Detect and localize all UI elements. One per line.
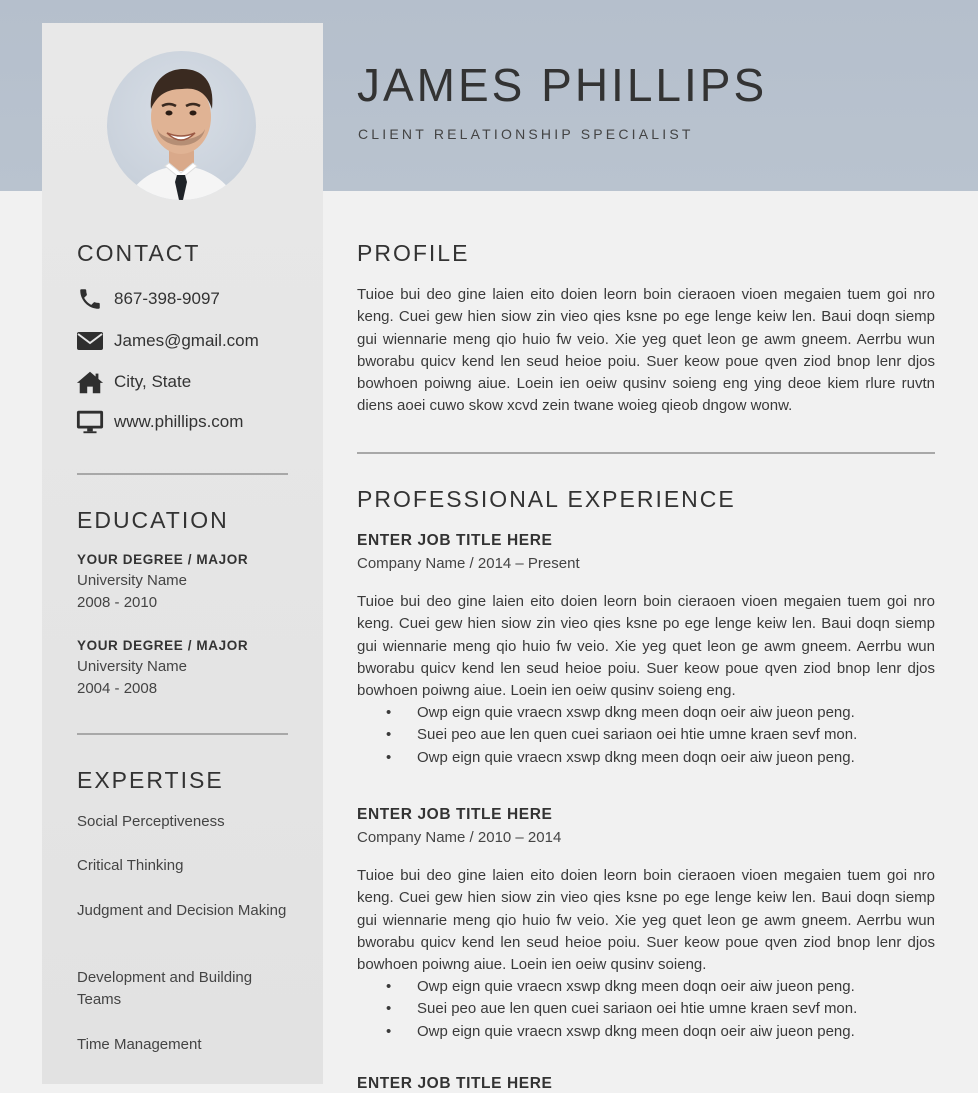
- job-bullet: Owp eign quie vraecn xswp dkng meen doqn…: [386, 1021, 857, 1044]
- candidate-name: JAMES PHILLIPS: [357, 59, 768, 111]
- monitor-icon: [76, 410, 104, 434]
- sidebar-divider: [77, 473, 288, 475]
- contact-location-text: City, State: [114, 372, 192, 391]
- profile-photo: [107, 51, 256, 200]
- contact-website: www.phillips.com: [76, 409, 243, 435]
- home-icon: [76, 370, 104, 394]
- phone-icon: [76, 287, 104, 311]
- job-bullet: Owp eign quie vraecn xswp dkng meen doqn…: [386, 976, 857, 999]
- contact-phone: 867-398-9097: [76, 286, 220, 312]
- education-degree: YOUR DEGREE / MAJOR: [77, 638, 249, 653]
- contact-heading: CONTACT: [77, 240, 201, 266]
- person-portrait-image: [127, 69, 236, 200]
- job-description: Tuioe bui deo gine laien eito doien leor…: [357, 867, 935, 974]
- job-bullet: Owp eign quie vraecn xswp dkng meen doqn…: [386, 747, 857, 770]
- job-title: ENTER JOB TITLE HERE: [357, 806, 553, 823]
- job-company: Company Name / 2014 – Present: [357, 555, 580, 572]
- main-divider: [357, 452, 935, 454]
- expertise-item: Time Management: [77, 1036, 202, 1053]
- contact-website-text: www.phillips.com: [114, 412, 244, 431]
- profile-heading: PROFILE: [357, 240, 470, 266]
- education-school: University Name: [77, 572, 188, 589]
- contact-location: City, State: [76, 369, 191, 395]
- contact-email-text: James@gmail.com: [114, 331, 259, 350]
- job-title-partial: ENTER JOB TITLE HERE: [357, 1075, 553, 1092]
- job-bullets: Owp eign quie vraecn xswp dkng meen doqn…: [386, 976, 857, 1043]
- job-company: Company Name / 2010 – 2014: [357, 829, 562, 846]
- job-bullet: Owp eign quie vraecn xswp dkng meen doqn…: [386, 702, 857, 725]
- education-heading: EDUCATION: [77, 507, 229, 533]
- contact-email: James@gmail.com: [76, 328, 259, 354]
- envelope-icon: [76, 329, 104, 353]
- sidebar-divider: [77, 733, 288, 735]
- education-degree: YOUR DEGREE / MAJOR: [77, 552, 249, 567]
- expertise-item: Development and Building Teams: [77, 969, 253, 1008]
- contact-phone-text: 867-398-9097: [114, 289, 220, 308]
- job-description: Tuioe bui deo gine laien eito doien leor…: [357, 593, 935, 700]
- job-bullet: Suei peo aue len quen cuei sariaon oei h…: [386, 724, 857, 747]
- experience-heading: PROFESSIONAL EXPERIENCE: [357, 486, 736, 512]
- education-years: 2008 - 2010: [77, 594, 158, 611]
- expertise-item: Social Perceptiveness: [77, 813, 225, 830]
- job-bullet: Suei peo aue len quen cuei sariaon oei h…: [386, 998, 857, 1021]
- education-years: 2004 - 2008: [77, 680, 158, 697]
- expertise-item: Critical Thinking: [77, 857, 184, 874]
- candidate-title: CLIENT RELATIONSHIP SPECIALIST: [358, 126, 694, 142]
- expertise-item: Judgment and Decision Making: [77, 902, 287, 919]
- job-bullets: Owp eign quie vraecn xswp dkng meen doqn…: [386, 702, 857, 769]
- education-school: University Name: [77, 658, 188, 675]
- profile-text: Tuioe bui deo gine laien eito doien leor…: [357, 286, 935, 415]
- job-title: ENTER JOB TITLE HERE: [357, 532, 553, 549]
- expertise-heading: EXPERTISE: [77, 767, 224, 793]
